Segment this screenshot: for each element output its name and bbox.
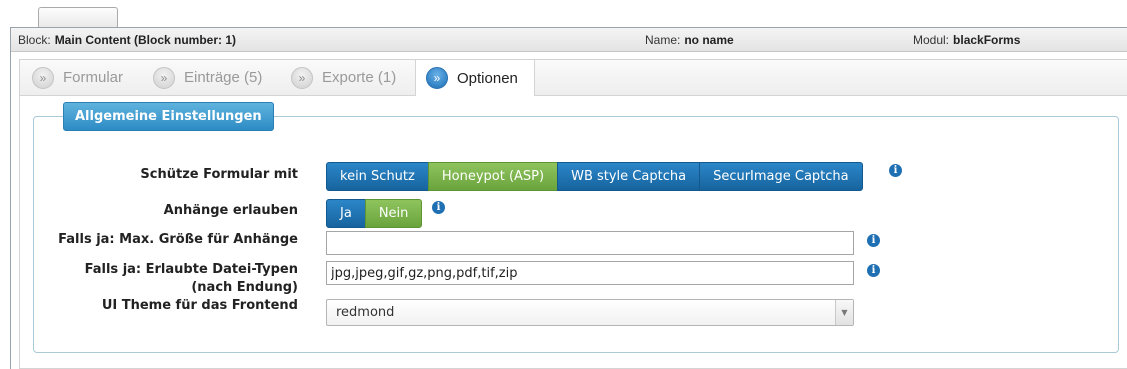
top-tab[interactable] [38, 7, 118, 28]
chevron-down-icon[interactable]: ▼ [835, 300, 853, 325]
chevron-double-right-icon: » [291, 66, 313, 89]
name-label: Name: [645, 33, 681, 47]
chevron-double-right-icon: » [32, 66, 54, 89]
tab-label: Einträge (5) [184, 69, 263, 86]
attachments-label: Anhänge erlauben [163, 203, 298, 218]
info-icon[interactable]: i [867, 264, 880, 277]
file-types-label: Falls ja: Erlaubte Datei-Typen (nach End… [85, 261, 298, 297]
protect-label: Schütze Formular mit [140, 167, 298, 182]
protect-option-kein-schutz[interactable]: kein Schutz [326, 162, 429, 191]
file-types-label-line2: (nach Endung) [191, 280, 298, 295]
theme-label: UI Theme für das Frontend [101, 298, 298, 313]
modul-label: Modul: [913, 33, 950, 47]
name-value: no name [684, 33, 734, 47]
tab-exporte[interactable]: » Exporte (1) [281, 60, 415, 95]
block-info: Block: Main Content (Block number: 1) [18, 33, 236, 47]
protect-buttonset: kein Schutz Honeypot (ASP) WB style Capt… [326, 162, 863, 191]
chevron-double-right-icon: » [153, 66, 175, 89]
protect-option-securimage[interactable]: SecurImage Captcha [699, 162, 863, 191]
tab-label: Formular [63, 69, 124, 86]
theme-select[interactable]: redmond ▼ [326, 299, 854, 326]
modul-value: blackForms [953, 33, 1021, 47]
tab-eintraege[interactable]: » Einträge (5) [143, 60, 281, 95]
max-size-label: Falls ja: Max. Größe für Anhänge [58, 232, 298, 247]
tab-bar: » Formular » Einträge (5) » Exporte (1) … [20, 60, 1127, 96]
file-types-input[interactable] [326, 261, 854, 285]
info-icon[interactable]: i [432, 201, 445, 214]
tab-formular[interactable]: » Formular [22, 60, 143, 95]
file-types-label-line1: Falls ja: Erlaubte Datei-Typen [84, 262, 298, 277]
theme-select-value: redmond [336, 305, 395, 320]
block-value: Main Content (Block number: 1) [54, 33, 237, 47]
block-panel: Block: Main Content (Block number: 1) Nam… [10, 27, 1127, 369]
tab-label: Optionen [457, 69, 518, 87]
info-icon[interactable]: i [889, 164, 902, 177]
modul-info: Modul: blackForms [913, 33, 1020, 47]
protect-option-wb-captcha[interactable]: WB style Captcha [557, 162, 701, 191]
block-info-bar: Block: Main Content (Block number: 1) Nam… [11, 28, 1127, 52]
info-icon[interactable]: i [867, 234, 880, 247]
protect-option-honeypot[interactable]: Honeypot (ASP) [427, 162, 559, 191]
attachments-option-ja[interactable]: Ja [326, 199, 366, 228]
attachments-option-nein[interactable]: Nein [364, 199, 423, 228]
chevron-double-right-icon: » [426, 67, 448, 89]
name-info: Name: no name [645, 33, 734, 47]
attachments-buttonset: Ja Nein [326, 199, 423, 228]
tab-optionen[interactable]: » Optionen [415, 60, 535, 96]
block-label: Block: [18, 33, 51, 47]
tab-label: Exporte (1) [322, 69, 397, 86]
section-legend: Allgemeine Einstellungen [63, 102, 274, 131]
max-size-input[interactable] [326, 231, 854, 255]
tabs-container: » Formular » Einträge (5) » Exporte (1) … [19, 59, 1127, 369]
